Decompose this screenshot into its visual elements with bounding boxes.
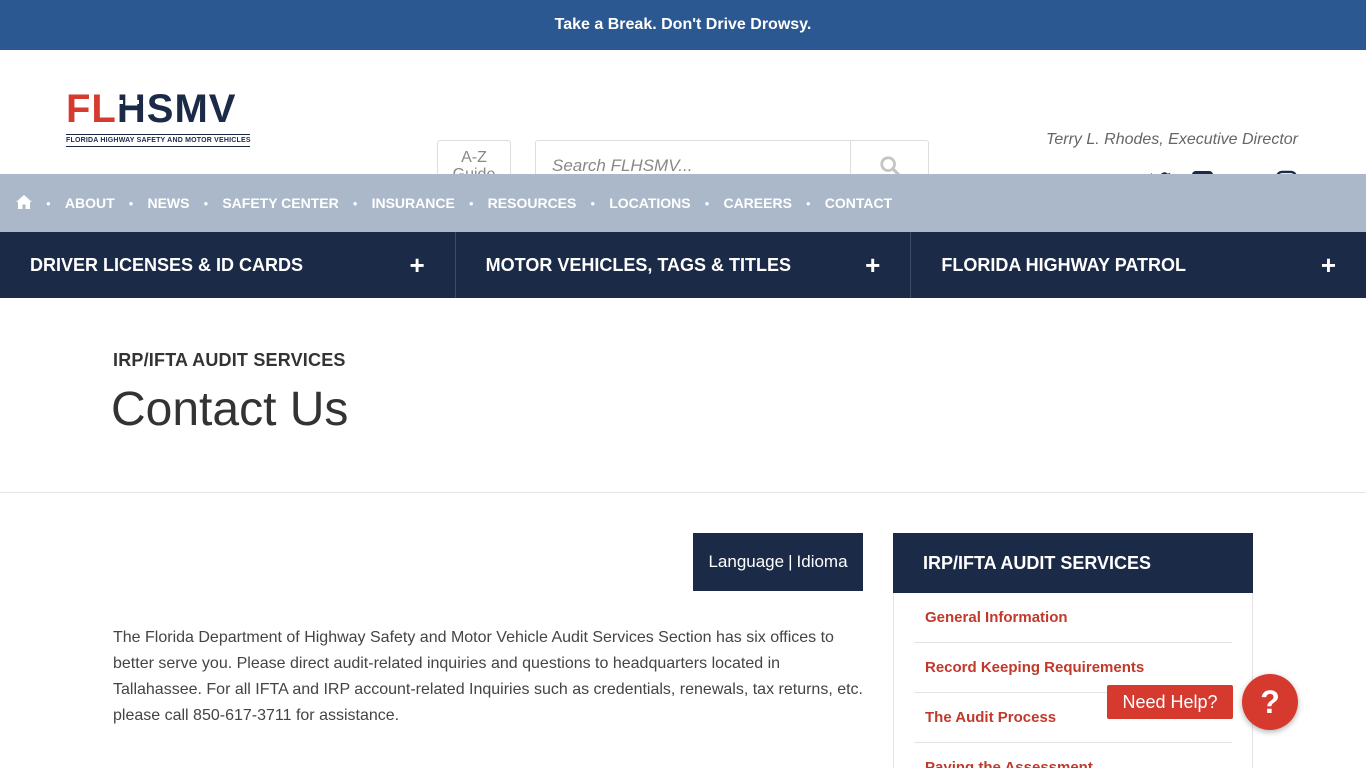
nav-driver-licenses[interactable]: DRIVER LICENSES & ID CARDS + — [0, 232, 456, 298]
intro-paragraph: The Florida Department of Highway Safety… — [113, 629, 863, 724]
site-header: FL H SMV FLORIDA HIGHWAY SAFETY AND MOTO… — [0, 50, 1366, 193]
page-hero: IRP/IFTA AUDIT SERVICES Contact Us — [0, 298, 1366, 493]
nav-separator: ● — [805, 198, 811, 208]
az-guide-line1: A-Z — [461, 149, 487, 166]
secondary-nav: ● ABOUT ● NEWS ● SAFETY CENTER ● INSURAN… — [0, 174, 1366, 232]
language-es: Idioma — [796, 552, 848, 571]
banner-text[interactable]: Take a Break. Don't Drive Drowsy. — [555, 16, 812, 34]
sidebar-heading: IRP/IFTA AUDIT SERVICES — [893, 533, 1253, 593]
page-title: Contact Us — [111, 383, 349, 436]
nav-item-careers[interactable]: CAREERS — [723, 195, 791, 211]
nav-item-about[interactable]: ABOUT — [65, 195, 115, 211]
nav-highway-patrol[interactable]: FLORIDA HIGHWAY PATROL + — [911, 232, 1366, 298]
language-en: Language — [708, 552, 785, 571]
logo-part-fl: FL — [66, 87, 117, 131]
logo-tagline: FLORIDA HIGHWAY SAFETY AND MOTOR VEHICLE… — [66, 134, 251, 147]
nav-item-contact[interactable]: CONTACT — [825, 195, 892, 211]
nav-item-resources[interactable]: RESOURCES — [488, 195, 577, 211]
nav-highway-patrol-label: FLORIDA HIGHWAY PATROL — [941, 254, 1187, 275]
help-question-icon[interactable]: ? — [1242, 674, 1298, 730]
nav-separator: ● — [46, 198, 51, 208]
nav-separator: ● — [590, 198, 596, 208]
nav-driver-licenses-label: DRIVER LICENSES & ID CARDS — [30, 254, 304, 275]
logo-part-h: H — [116, 87, 147, 131]
sidebar-list: General Information Record Keeping Requi… — [894, 593, 1252, 768]
logo-part-smv: SMV — [146, 87, 237, 131]
nav-separator: ● — [704, 198, 710, 208]
nav-motor-vehicles[interactable]: MOTOR VEHICLES, TAGS & TITLES + — [456, 232, 912, 298]
primary-nav: DRIVER LICENSES & ID CARDS + MOTOR VEHIC… — [0, 232, 1366, 298]
nav-separator: ● — [203, 198, 209, 208]
nav-separator: ● — [352, 198, 358, 208]
section-eyebrow: IRP/IFTA AUDIT SERVICES — [113, 350, 346, 370]
nav-item-insurance[interactable]: INSURANCE — [372, 195, 455, 211]
language-button[interactable]: Language | Idioma — [693, 533, 863, 591]
top-banner[interactable]: Take a Break. Don't Drive Drowsy. — [0, 0, 1366, 50]
executive-director: Terry L. Rhodes, Executive Director — [1046, 131, 1298, 148]
plus-icon: + — [865, 249, 881, 280]
nav-item-safety-center[interactable]: SAFETY CENTER — [222, 195, 338, 211]
nav-separator: ● — [468, 198, 474, 208]
plus-icon: + — [1320, 249, 1337, 280]
nav-item-news[interactable]: NEWS — [147, 195, 189, 211]
need-help-button[interactable]: Need Help? — [1107, 685, 1233, 719]
language-separator: | — [788, 552, 793, 571]
home-icon[interactable] — [16, 194, 32, 212]
nav-motor-vehicles-label: MOTOR VEHICLES, TAGS & TITLES — [485, 254, 792, 275]
section-sidebar: IRP/IFTA AUDIT SERVICES General Informat… — [893, 533, 1253, 768]
flhsmv-logo[interactable]: FL H SMV FLORIDA HIGHWAY SAFETY AND MOTO… — [66, 87, 251, 154]
plus-icon: + — [409, 249, 425, 280]
nav-separator: ● — [128, 198, 134, 208]
sidebar-item-paying-assessment[interactable]: Paying the Assessment — [914, 743, 1232, 768]
sidebar-item-general-information[interactable]: General Information — [914, 593, 1232, 643]
nav-item-locations[interactable]: LOCATIONS — [609, 195, 690, 211]
